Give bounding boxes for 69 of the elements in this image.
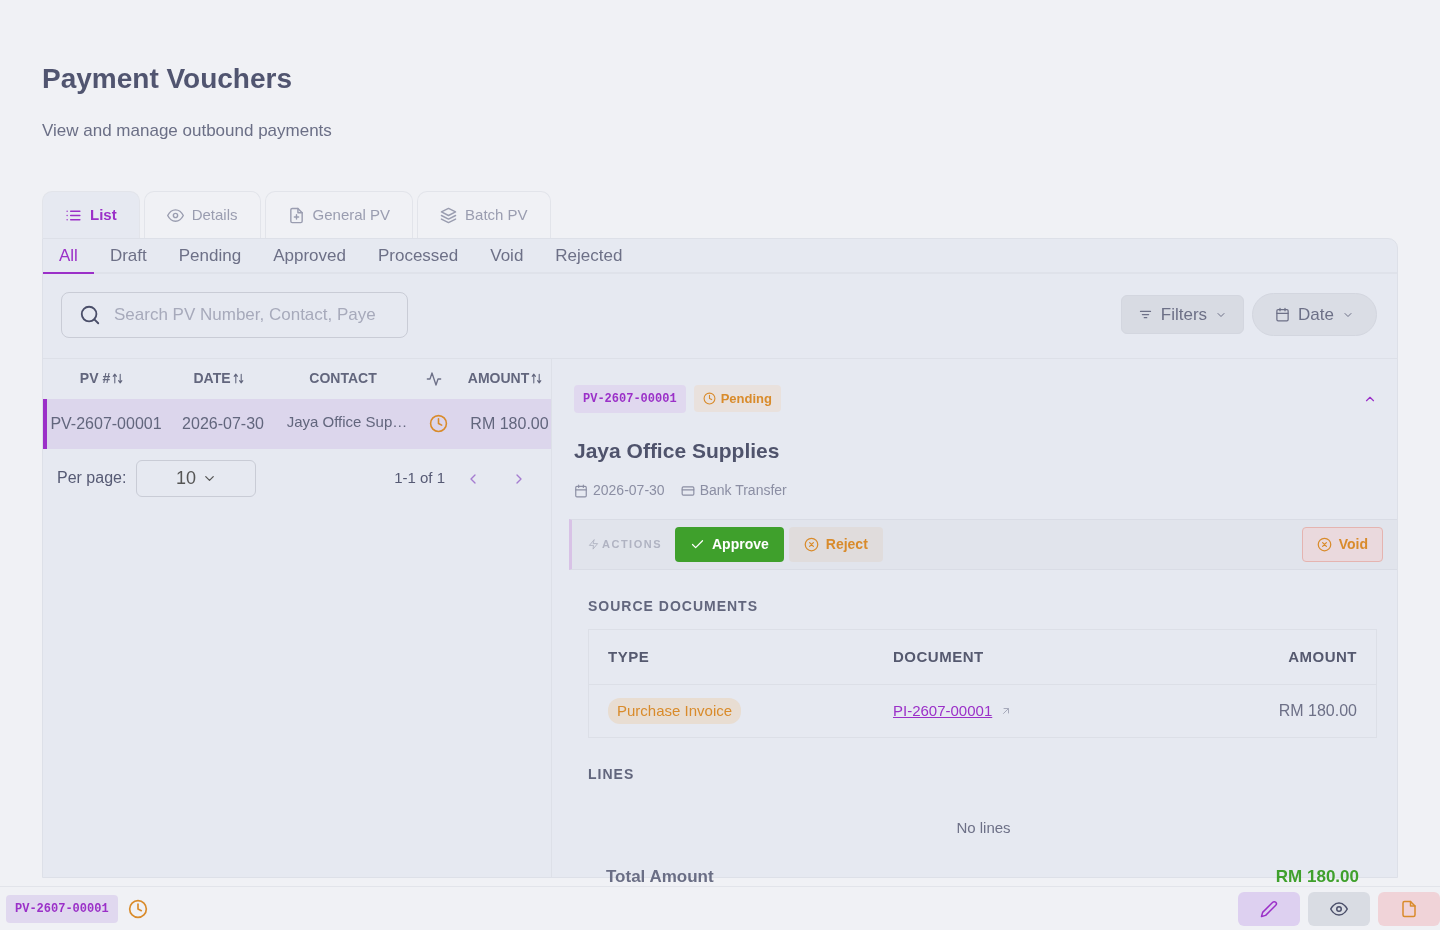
- x-circle-icon: [803, 537, 819, 553]
- approve-button[interactable]: Approve: [675, 527, 784, 563]
- pencil-icon: [1260, 899, 1278, 918]
- card-icon: [680, 483, 695, 498]
- activity-icon: [426, 370, 442, 387]
- calendar-icon: [1275, 307, 1291, 323]
- total-amount: RM 180.00: [1275, 865, 1359, 886]
- total-label: Total Amount: [606, 865, 714, 886]
- clock-icon: [702, 392, 716, 406]
- calendar-icon: [574, 483, 588, 498]
- page-range: 1-1 of 1: [394, 467, 445, 488]
- eye-icon: [1330, 899, 1348, 918]
- column-header[interactable]: PV #: [79, 368, 111, 390]
- table-row[interactable]: PV-2607-00001 2026-07-30 Jaya Office Sup… RM 180.00: [43, 398, 551, 449]
- table-cell-text: RM 180.00: [469, 413, 550, 434]
- empty-lines-message: No lines: [955, 818, 1012, 839]
- sort-icon: [530, 372, 544, 386]
- document-link[interactable]: PI-2607-00001: [893, 699, 993, 723]
- per-page-label: Per page:: [57, 468, 127, 489]
- page-subtitle: View and manage outbound payments: [42, 119, 333, 142]
- status-tab[interactable]: Draft: [93, 239, 163, 274]
- per-page-select[interactable]: 10: [136, 459, 257, 497]
- status-tab[interactable]: Void: [474, 239, 540, 274]
- search-field[interactable]: Search PV Number, Contact, Paye: [61, 291, 408, 338]
- column-header[interactable]: AMOUNT: [467, 368, 530, 390]
- status-tab[interactable]: Approved: [257, 239, 362, 274]
- section-title: LINES: [588, 765, 636, 785]
- payment-method: Bank Transfer: [699, 481, 787, 501]
- voucher-number-badge: PV-2607-00001: [574, 384, 686, 413]
- page-title: Payment Vouchers: [42, 62, 294, 96]
- filters-button[interactable]: Filters: [1120, 295, 1245, 335]
- status-tab[interactable]: All: [43, 239, 94, 274]
- contact-name: Jaya Office Supplies: [574, 437, 781, 464]
- layers-icon: [440, 206, 458, 224]
- table-cell-text: 2026-07-30: [181, 413, 265, 434]
- eye-icon: [166, 206, 184, 224]
- column-header[interactable]: DATE: [193, 368, 231, 390]
- add-document-icon: [287, 206, 305, 224]
- lightning-icon: [588, 539, 599, 551]
- view-tab[interactable]: General PV: [264, 191, 414, 239]
- table-cell-text: RM 180.00: [1277, 701, 1357, 722]
- sort-icon: [111, 372, 125, 386]
- document-button[interactable]: [1378, 891, 1440, 926]
- x-circle-icon: [1316, 537, 1332, 553]
- view-tab[interactable]: List: [42, 191, 140, 239]
- column-header: AMOUNT: [1287, 646, 1357, 667]
- clock-icon: [428, 414, 448, 434]
- view-tab[interactable]: Details: [143, 191, 261, 239]
- document-icon: [1400, 899, 1418, 918]
- voucher-number-badge: PV-2607-00001: [6, 894, 118, 923]
- date-button[interactable]: Date: [1252, 293, 1377, 337]
- table-cell-text: PV-2607-00001: [49, 413, 163, 434]
- edit-button[interactable]: [1238, 891, 1300, 926]
- search-icon: [79, 303, 101, 326]
- column-header: TYPE: [608, 646, 651, 667]
- column-header: DOCUMENT: [893, 646, 985, 667]
- voucher-date: 2026-07-30: [593, 481, 665, 501]
- status-tab[interactable]: Pending: [162, 239, 258, 274]
- column-header: CONTACT: [309, 369, 377, 389]
- document-type-tag: Purchase Invoice: [608, 697, 742, 725]
- status-tab[interactable]: Processed: [361, 239, 475, 274]
- section-title: SOURCE DOCUMENTS: [588, 597, 759, 617]
- status-tab[interactable]: Rejected: [539, 239, 639, 274]
- view-tab[interactable]: Batch PV: [417, 191, 551, 239]
- view-button[interactable]: [1308, 891, 1370, 926]
- clock-icon: [127, 898, 148, 919]
- table-cell-text: Jaya Office Sup…: [285, 411, 409, 432]
- status-badge: Pending: [693, 384, 781, 413]
- sort-icon: [231, 372, 245, 386]
